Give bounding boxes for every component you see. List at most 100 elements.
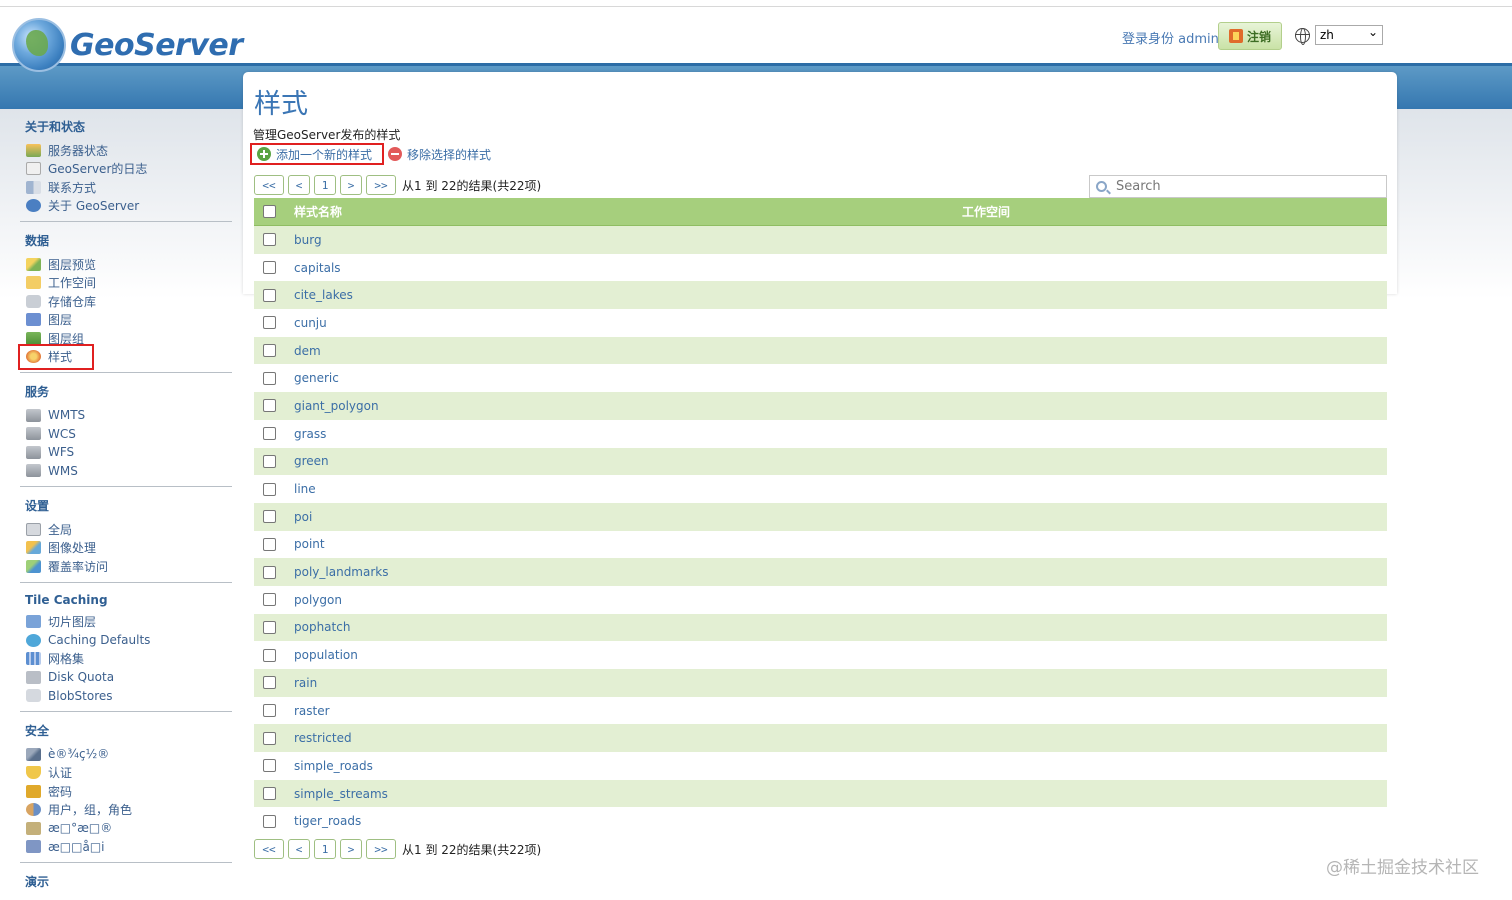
next-page-button[interactable]: > (340, 175, 362, 195)
row-checkbox[interactable] (263, 454, 276, 468)
sidebar-item-global[interactable]: 全局 (20, 520, 232, 539)
prev-page-button[interactable]: < (288, 839, 310, 859)
sidebar-item-users-groups-roles[interactable]: 用户，组，角色 (20, 801, 232, 820)
style-name-link[interactable]: restricted (294, 731, 352, 745)
style-name-link[interactable]: generic (294, 371, 339, 385)
last-page-button[interactable]: >> (366, 175, 396, 195)
row-checkbox[interactable] (263, 537, 276, 551)
log-icon (26, 162, 41, 176)
sidebar-item-stores[interactable]: 存储仓库 (20, 292, 232, 311)
sidebar-item-data-security[interactable]: æ□°æ□® (20, 819, 232, 838)
remove-styles-link[interactable]: 移除选择的样式 (388, 146, 491, 163)
sidebar-item-wcs[interactable]: WCS (20, 425, 232, 444)
table-row: population (254, 641, 1387, 669)
table-row: grass (254, 419, 1387, 448)
row-checkbox[interactable] (263, 482, 276, 496)
page-1-button[interactable]: 1 (314, 175, 336, 195)
sidebar-item-tile-layers[interactable]: 切片图层 (20, 613, 232, 632)
sidebar-item-workspaces[interactable]: 工作空间 (20, 274, 232, 293)
sidebar-item-layers[interactable]: 图层 (20, 311, 232, 330)
row-checkbox[interactable] (263, 814, 276, 828)
style-name-link[interactable]: simple_streams (294, 787, 388, 801)
style-name-link[interactable]: polygon (294, 593, 342, 607)
geoserver-logo[interactable]: GeoServer (12, 18, 243, 72)
sidebar-item-image-processing[interactable]: 图像处理 (20, 539, 232, 558)
add-style-link[interactable]: 添加一个新的样式 (250, 143, 385, 165)
login-status: 登录身份 admin. (1122, 32, 1223, 47)
row-checkbox[interactable] (263, 288, 276, 302)
row-checkbox[interactable] (263, 676, 276, 690)
sidebar-item-server-status[interactable]: 服务器状态 (20, 141, 232, 160)
language-select[interactable]: zh (1315, 23, 1383, 45)
sidebar-item-wms[interactable]: WMS (20, 462, 232, 481)
style-name-link[interactable]: cunju (294, 316, 327, 330)
sidebar-item-service-security[interactable]: æ□□å□i (20, 838, 232, 857)
row-checkbox[interactable] (263, 371, 276, 385)
page-1-button[interactable]: 1 (314, 839, 336, 859)
table-row: point (254, 530, 1387, 559)
sidebar-item-logs[interactable]: GeoServer的日志 (20, 160, 232, 179)
style-name-link[interactable]: tiger_roads (294, 814, 361, 828)
row-checkbox[interactable] (263, 233, 276, 247)
style-name-link[interactable]: rain (294, 676, 317, 690)
first-page-button[interactable]: << (254, 175, 284, 195)
row-checkbox[interactable] (263, 510, 276, 524)
row-checkbox[interactable] (263, 261, 276, 275)
style-name-link[interactable]: burg (294, 233, 322, 247)
sidebar-item-caching-defaults[interactable]: Caching Defaults (20, 631, 232, 650)
sidebar-item-disk-quota[interactable]: Disk Quota (20, 668, 232, 687)
column-header-workspace[interactable]: 工作空间 (962, 203, 1010, 220)
row-checkbox[interactable] (263, 344, 276, 358)
sidebar-item-gridsets[interactable]: 网格集 (20, 650, 232, 669)
style-name-link[interactable]: grass (294, 427, 326, 441)
row-checkbox[interactable] (263, 399, 276, 413)
first-page-button[interactable]: << (254, 839, 284, 859)
service-icon (26, 464, 41, 478)
style-name-link[interactable]: pophatch (294, 620, 350, 634)
table-row: cite_lakes (254, 281, 1387, 310)
prev-page-button[interactable]: < (288, 175, 310, 195)
next-page-button[interactable]: > (340, 839, 362, 859)
row-checkbox[interactable] (263, 593, 276, 607)
last-page-button[interactable]: >> (366, 839, 396, 859)
sidebar-item-blobstores[interactable]: BlobStores (20, 687, 232, 706)
column-header-name[interactable]: 样式名称 (294, 203, 342, 220)
style-name-link[interactable]: capitals (294, 261, 341, 275)
sidebar-item-passwords[interactable]: 密码 (20, 782, 232, 801)
row-checkbox[interactable] (263, 316, 276, 330)
style-name-link[interactable]: cite_lakes (294, 288, 353, 302)
style-name-link[interactable]: giant_polygon (294, 399, 379, 413)
row-checkbox[interactable] (263, 648, 276, 662)
search-icon (1096, 181, 1107, 192)
sidebar-item-authentication[interactable]: 认证 (20, 764, 232, 783)
row-checkbox[interactable] (263, 620, 276, 634)
section-title: 数据 (25, 234, 50, 248)
sidebar-item-styles[interactable]: 样式 (18, 343, 232, 370)
row-checkbox[interactable] (263, 704, 276, 718)
sidebar-item-coverage-access[interactable]: 覆盖率访问 (20, 557, 232, 576)
style-name-link[interactable]: poi (294, 510, 312, 524)
sidebar-item-about[interactable]: 关于 GeoServer (20, 197, 232, 216)
sidebar-item-wfs[interactable]: WFS (20, 443, 232, 462)
style-name-link[interactable]: point (294, 537, 325, 551)
style-name-link[interactable]: simple_roads (294, 759, 373, 773)
select-all-checkbox[interactable] (263, 205, 276, 218)
sidebar-item-contact[interactable]: 联系方式 (20, 178, 232, 197)
style-name-link[interactable]: green (294, 454, 329, 468)
sidebar-item-wmts[interactable]: WMTS (20, 406, 232, 425)
row-checkbox[interactable] (263, 787, 276, 801)
sidebar-item-layer-preview[interactable]: 图层预览 (20, 255, 232, 274)
logout-button[interactable]: 注销 (1218, 22, 1282, 50)
style-name-link[interactable]: dem (294, 344, 321, 358)
row-checkbox[interactable] (263, 565, 276, 579)
row-checkbox[interactable] (263, 759, 276, 773)
search-input[interactable]: Search (1089, 175, 1387, 198)
style-name-link[interactable]: poly_landmarks (294, 565, 388, 579)
style-name-link[interactable]: raster (294, 704, 330, 718)
table-row: restricted (254, 724, 1387, 753)
style-name-link[interactable]: population (294, 648, 358, 662)
style-name-link[interactable]: line (294, 482, 316, 496)
row-checkbox[interactable] (263, 427, 276, 441)
sidebar-item-security-settings[interactable]: è®¾ç½® (20, 745, 232, 764)
row-checkbox[interactable] (263, 731, 276, 745)
